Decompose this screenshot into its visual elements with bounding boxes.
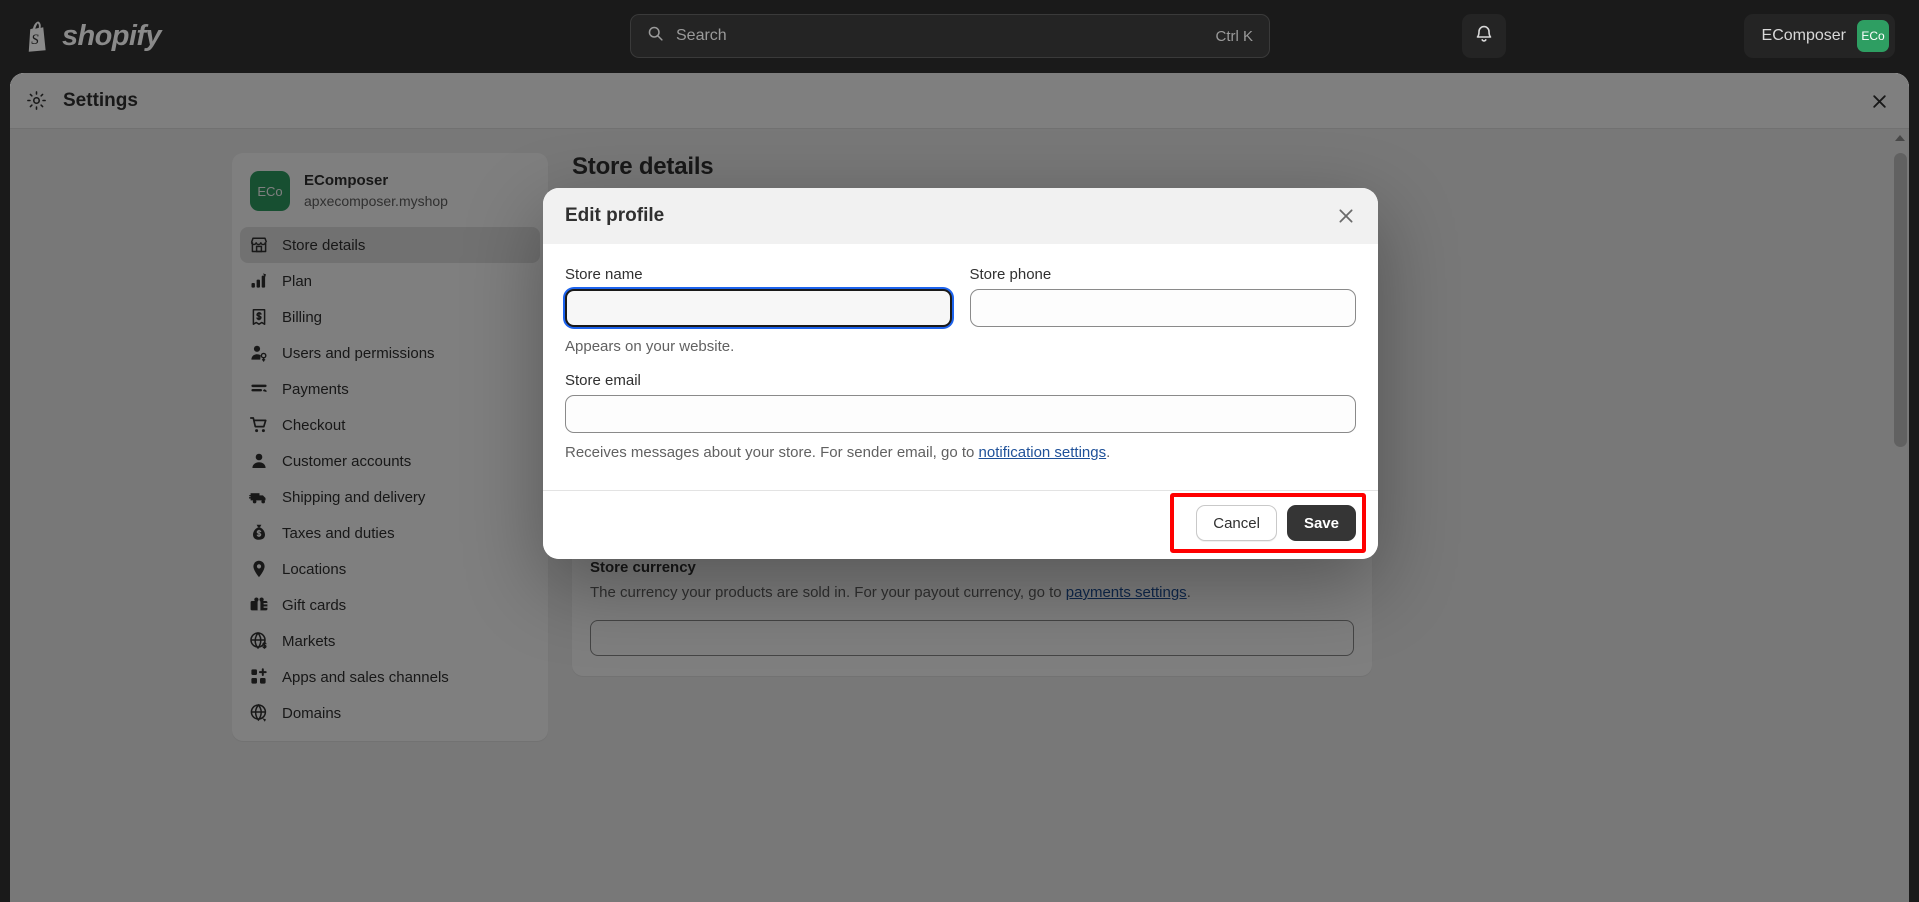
user-name: EComposer [1762, 27, 1846, 45]
shopify-logo[interactable]: S shopify [22, 20, 161, 53]
search-icon [647, 25, 664, 47]
shopify-wordmark: shopify [62, 20, 161, 53]
store-email-help: Receives messages about your store. For … [565, 442, 1356, 464]
top-bar: S shopify Search Ctrl K EComposer ECo [0, 0, 1919, 73]
store-name-input[interactable] [565, 289, 952, 327]
user-menu[interactable]: EComposer ECo [1744, 14, 1895, 58]
store-email-group: Store email Receives messages about your… [565, 372, 1356, 464]
store-name-label: Store name [565, 266, 952, 283]
store-email-input[interactable] [565, 395, 1356, 433]
modal-action-buttons: Cancel Save [1196, 505, 1356, 541]
search-placeholder: Search [676, 27, 1216, 45]
modal-body: Store name Appears on your website. Stor… [543, 244, 1378, 490]
store-name-help: Appears on your website. [565, 336, 952, 358]
store-phone-input[interactable] [970, 289, 1357, 327]
modal-header: Edit profile [543, 188, 1378, 244]
close-icon[interactable] [1334, 204, 1358, 228]
store-email-help-text: Receives messages about your store. For … [565, 444, 979, 461]
store-email-label: Store email [565, 372, 1356, 389]
store-phone-label: Store phone [970, 266, 1357, 283]
search-shortcut: Ctrl K [1216, 28, 1254, 45]
search-bar[interactable]: Search Ctrl K [630, 14, 1270, 58]
avatar: ECo [1857, 20, 1889, 52]
notifications-button[interactable] [1462, 14, 1506, 58]
shopify-bag-icon: S [22, 20, 52, 53]
bell-icon [1474, 23, 1494, 49]
store-phone-group: Store phone [970, 266, 1357, 358]
svg-text:S: S [31, 32, 39, 48]
modal-title: Edit profile [565, 205, 664, 227]
cancel-button[interactable]: Cancel [1196, 505, 1277, 541]
store-email-help-suffix: . [1106, 444, 1110, 461]
notification-settings-link[interactable]: notification settings [979, 444, 1107, 461]
name-phone-row: Store name Appears on your website. Stor… [565, 266, 1356, 358]
modal-footer: Cancel Save [543, 490, 1378, 559]
edit-profile-modal: Edit profile Store name Appears on your … [543, 188, 1378, 559]
save-button[interactable]: Save [1287, 505, 1356, 541]
store-name-group: Store name Appears on your website. [565, 266, 952, 358]
